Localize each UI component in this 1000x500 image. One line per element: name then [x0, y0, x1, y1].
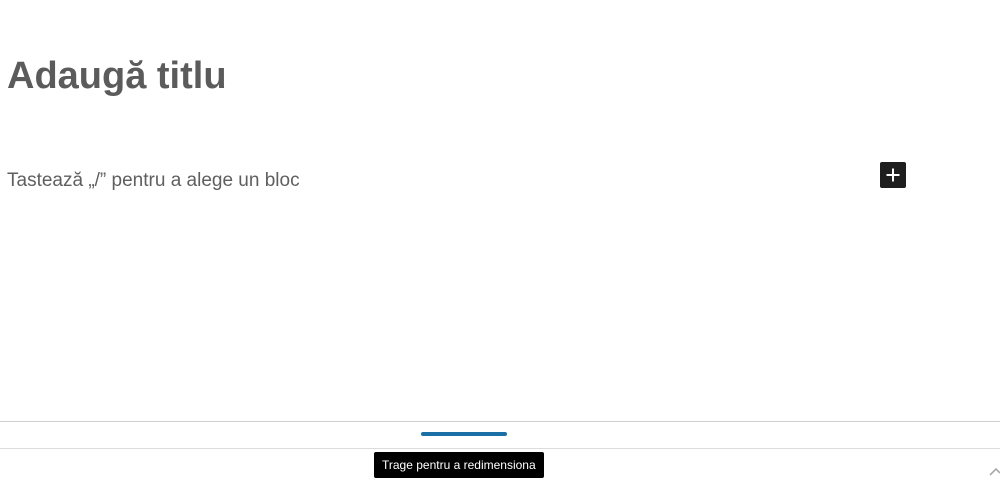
resize-handle[interactable] [421, 432, 507, 436]
plus-icon [886, 168, 900, 182]
editor-canvas: Adaugă titlu Tastează „/” pentru a alege… [0, 0, 1000, 421]
divider [0, 448, 1000, 449]
block-placeholder[interactable]: Tastează „/” pentru a alege un bloc [7, 169, 300, 193]
add-block-button[interactable] [880, 162, 906, 188]
chevron-up-icon[interactable] [988, 464, 1000, 476]
post-title[interactable]: Adaugă titlu [7, 52, 227, 100]
resize-tooltip: Trage pentru a redimensiona [374, 452, 544, 478]
